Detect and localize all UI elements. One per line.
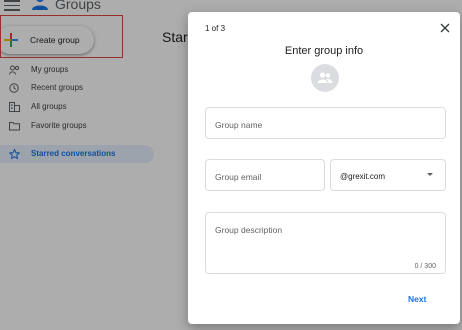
domain-value: @grexit.com [340, 172, 386, 181]
group-name-placeholder: Group name [215, 120, 263, 130]
character-counter: 0 / 300 [414, 263, 436, 270]
close-icon[interactable] [440, 23, 450, 33]
group-name-field[interactable]: Group name [205, 107, 446, 139]
group-description-placeholder: Group description [215, 225, 283, 235]
group-avatar-icon [311, 64, 339, 92]
dropdown-arrow-icon [427, 173, 433, 176]
domain-select[interactable]: @grexit.com [330, 159, 446, 191]
create-group-dialog: 1 of 3 Enter group info Group name Group… [188, 12, 460, 324]
group-email-placeholder: Group email [215, 172, 262, 182]
dialog-title: Enter group info [284, 45, 364, 57]
group-email-field[interactable]: Group email [205, 159, 325, 191]
next-button[interactable]: Next [408, 294, 426, 304]
step-indicator: 1 of 3 [205, 24, 226, 33]
group-description-field[interactable]: Group description 0 / 300 [205, 212, 446, 274]
groups-app: Groups Create group My groups Recent gro… [0, 0, 462, 330]
